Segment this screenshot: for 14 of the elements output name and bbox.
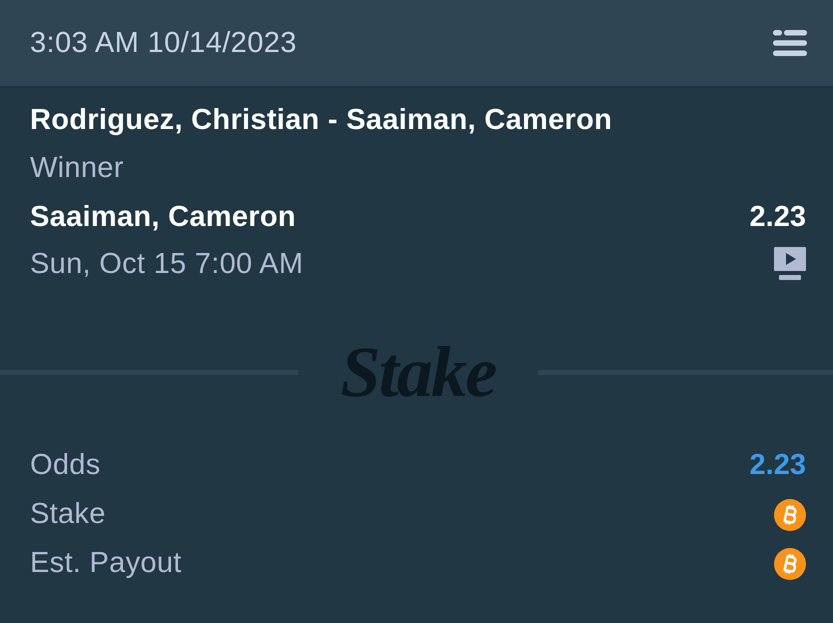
summary-label: Stake [30,500,106,529]
selection-name: Saaiman, Cameron [30,202,296,232]
video-screen-icon[interactable] [774,247,806,281]
event-start-time: Sun, Oct 15 7:00 AM [30,250,304,278]
bitcoin-coin-icon [774,498,806,530]
event-name: Rodriguez, Christian - Saaiman, Cameron [30,106,612,134]
summary-value: 2.23 [750,451,806,480]
bet-timestamp: 3:03 AM 10/14/2023 [30,28,297,58]
market-name: Winner [30,154,124,182]
list-icon[interactable] [773,30,807,56]
summary-label: Est. Payout [30,549,182,578]
summary-label: Odds [30,451,101,480]
bitcoin-coin-icon [774,548,806,580]
selection-odds: 2.23 [750,202,806,232]
